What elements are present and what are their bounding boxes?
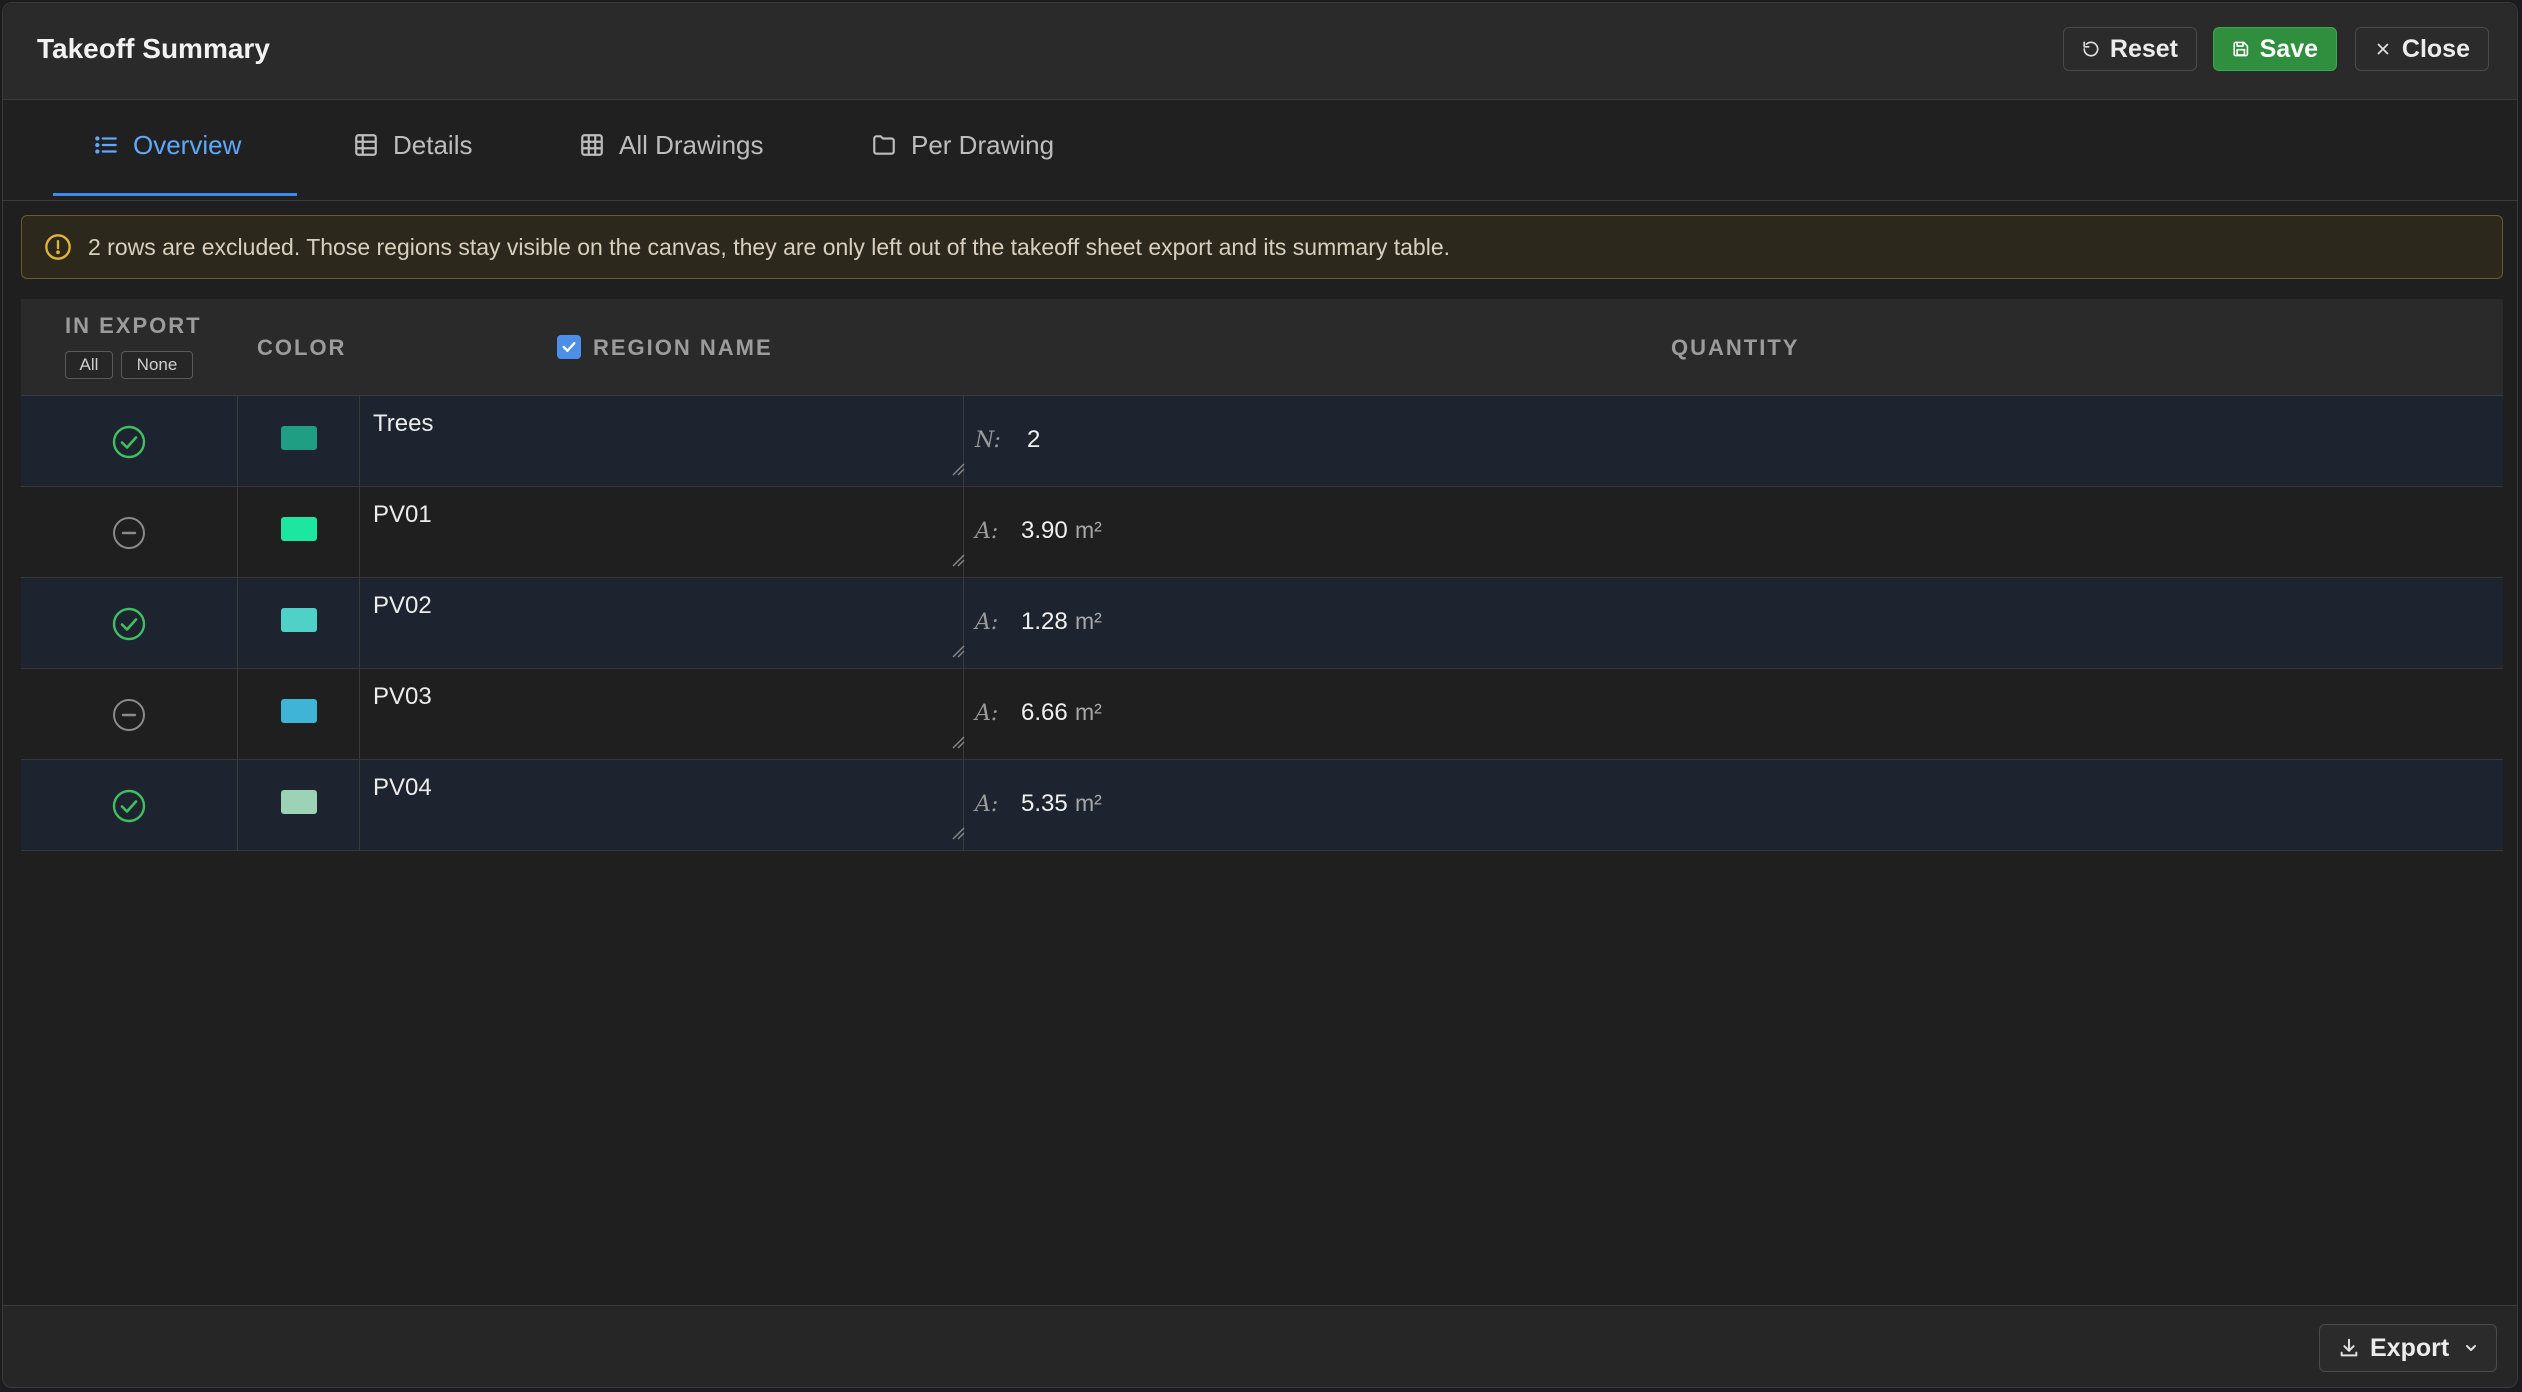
close-label: Close: [2401, 34, 2470, 63]
excluded-minus-icon[interactable]: [111, 515, 147, 551]
reset-button[interactable]: Reset: [2063, 27, 2197, 71]
region-name-input[interactable]: PV04: [373, 770, 965, 842]
column-divider: [359, 760, 360, 850]
quantity-value: 1.28: [1021, 608, 1068, 635]
in-export-header: IN EXPORT: [65, 313, 202, 338]
exclusion-warning-banner: 2 rows are excluded. Those regions stay …: [21, 215, 2503, 279]
list-icon: [95, 136, 117, 154]
quantity-unit: m²: [1075, 699, 1102, 725]
table-row: Trees N: 2: [21, 396, 2503, 487]
region-name-input[interactable]: Trees: [373, 406, 965, 478]
table-row: PV02 A: 1.28 m²: [21, 578, 2503, 669]
included-check-icon[interactable]: [111, 606, 147, 642]
excluded-minus-icon[interactable]: [111, 697, 147, 733]
column-divider: [237, 487, 238, 577]
chevron-down-icon: [2466, 1345, 2477, 1351]
dialog-title: Takeoff Summary: [37, 33, 270, 64]
region-name-text: PV03: [373, 683, 432, 710]
quantity-value: 5.35: [1021, 790, 1068, 817]
color-header: COLOR: [257, 335, 347, 360]
table-header: IN EXPORT All None COLOR REGION NAME QUA…: [21, 299, 2503, 396]
tab-label: Overview: [133, 130, 242, 160]
region-name-text: PV02: [373, 592, 432, 619]
included-check-icon[interactable]: [111, 788, 147, 824]
grid-icon: [581, 134, 603, 156]
quantity-unit: m²: [1075, 608, 1102, 634]
save-icon: [2233, 41, 2249, 57]
region-name-checkbox[interactable]: [557, 335, 581, 359]
tab-bar: Overview Details All Drawings Per Drawin…: [3, 100, 2517, 201]
tab-per-drawing[interactable]: Per Drawing: [871, 130, 1054, 192]
takeoff-summary-dialog: Takeoff Summary Reset Save Close Overvie…: [2, 2, 2518, 1388]
resize-grip-icon[interactable]: [951, 826, 965, 840]
color-swatch[interactable]: [281, 790, 317, 814]
reset-label: Reset: [2109, 34, 2178, 63]
color-swatch[interactable]: [281, 699, 317, 723]
close-icon: [2377, 43, 2389, 55]
column-divider: [237, 760, 238, 850]
resize-grip-icon[interactable]: [951, 462, 965, 476]
resize-grip-icon[interactable]: [951, 553, 965, 567]
active-tab-indicator: [53, 193, 297, 196]
color-swatch[interactable]: [281, 608, 317, 632]
region-name-input[interactable]: PV03: [373, 679, 965, 751]
color-swatch[interactable]: [281, 426, 317, 450]
region-name-text: Trees: [373, 410, 434, 437]
column-divider: [237, 669, 238, 759]
download-icon: [2340, 1338, 2358, 1357]
column-divider: [237, 396, 238, 486]
save-button[interactable]: Save: [2213, 27, 2337, 71]
quantity-value: 6.66: [1021, 699, 1068, 726]
banner-text: 2 rows are excluded. Those regions stay …: [88, 233, 1451, 260]
quantity-value: 3.90: [1021, 517, 1068, 544]
quantity-symbol: A:: [975, 610, 999, 635]
table-icon: [355, 134, 377, 156]
tab-label: Details: [393, 130, 473, 160]
select-all-button[interactable]: All: [65, 351, 113, 379]
quantity-symbol: A:: [975, 519, 999, 544]
table-row: PV01 A: 3.90 m²: [21, 487, 2503, 578]
folder-icon: [873, 135, 895, 155]
column-divider: [359, 669, 360, 759]
quantity-symbol: A:: [975, 792, 999, 817]
table-row: PV04 A: 5.35 m²: [21, 760, 2503, 851]
tab-overview[interactable]: Overview: [93, 130, 241, 192]
column-divider: [359, 396, 360, 486]
quantity-unit: m²: [1075, 790, 1102, 816]
tab-details[interactable]: Details: [353, 130, 472, 192]
included-check-icon[interactable]: [111, 424, 147, 460]
column-divider: [359, 487, 360, 577]
takeoff-table: IN EXPORT All None COLOR REGION NAME QUA…: [21, 299, 2503, 851]
close-button[interactable]: Close: [2355, 27, 2489, 71]
tab-label: All Drawings: [619, 130, 764, 160]
warning-icon: [45, 234, 71, 260]
reset-icon: [2083, 41, 2099, 57]
quantity-symbol: N:: [975, 428, 1001, 453]
tab-all-drawings[interactable]: All Drawings: [579, 130, 764, 192]
region-name-text: PV04: [373, 774, 432, 801]
resize-grip-icon[interactable]: [951, 735, 965, 749]
checkmark-icon: [562, 342, 576, 352]
table-body: Trees N: 2 PV01 A: 3.90 m² PV02 A: 1.28 m² PV03 A: 6.…: [21, 396, 2503, 851]
save-label: Save: [2259, 34, 2318, 63]
region-name-input[interactable]: PV02: [373, 588, 965, 660]
export-button[interactable]: Export: [2319, 1324, 2497, 1372]
region-name-input[interactable]: PV01: [373, 497, 965, 569]
region-name-text: PV01: [373, 501, 432, 528]
select-none-button[interactable]: None: [121, 351, 193, 379]
column-divider: [359, 578, 360, 668]
dialog-header: Takeoff Summary Reset Save Close: [3, 3, 2517, 100]
tab-label: Per Drawing: [911, 130, 1055, 160]
quantity-unit: m²: [1075, 517, 1102, 543]
region-name-header: REGION NAME: [593, 335, 773, 360]
resize-grip-icon[interactable]: [951, 644, 965, 658]
export-label: Export: [2370, 1333, 2450, 1362]
dialog-footer: Export: [3, 1305, 2517, 1387]
quantity-value: 2: [1027, 426, 1041, 453]
quantity-header: QUANTITY: [1671, 335, 1800, 360]
quantity-symbol: A:: [975, 701, 999, 726]
table-row: PV03 A: 6.66 m²: [21, 669, 2503, 760]
color-swatch[interactable]: [281, 517, 317, 541]
column-divider: [237, 578, 238, 668]
